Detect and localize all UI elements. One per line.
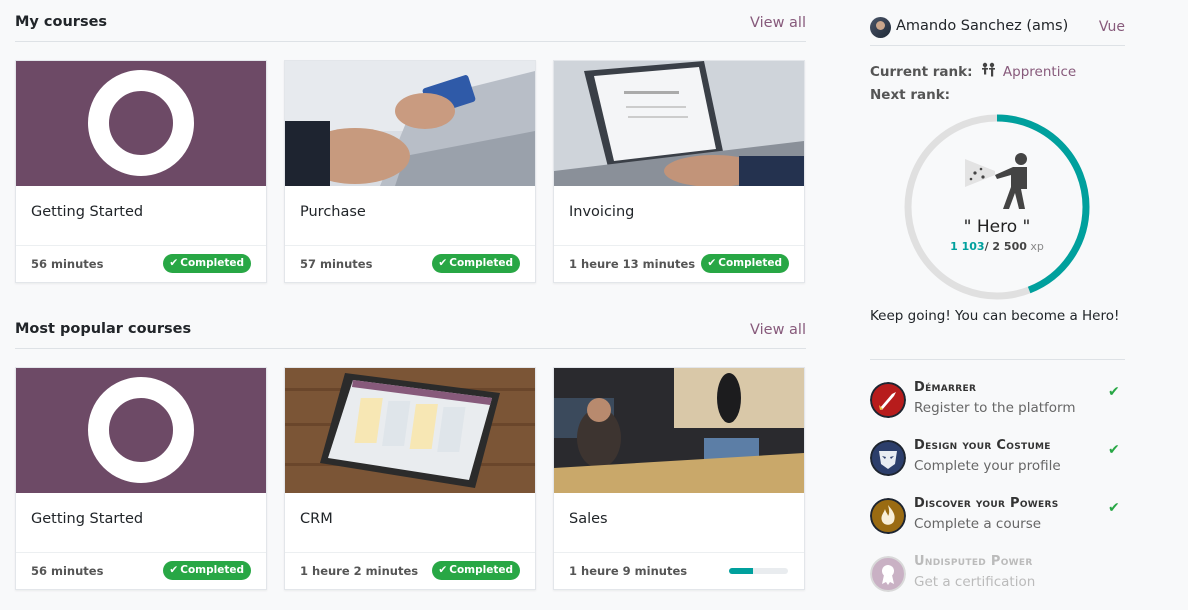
purchase-photo bbox=[285, 61, 535, 186]
completed-badge: ✔ Completed bbox=[163, 561, 251, 580]
user-name[interactable]: Amando Sanchez (ams) bbox=[896, 18, 1068, 34]
course-logo-icon bbox=[88, 377, 194, 483]
user-avatar[interactable] bbox=[870, 17, 891, 38]
course-progress-bar bbox=[729, 568, 788, 574]
completed-badge: ✔ Completed bbox=[701, 254, 789, 273]
xp-readout: 1 103/ 2 500 xp bbox=[903, 240, 1091, 253]
course-footer: 56 minutes ✔ Completed bbox=[16, 552, 266, 589]
popular-courses-view-all-link[interactable]: View all bbox=[750, 322, 806, 338]
course-title: CRM bbox=[300, 511, 333, 527]
view-profile-link[interactable]: Vue bbox=[1099, 19, 1125, 35]
completed-label: Completed bbox=[449, 564, 513, 576]
course-title: Purchase bbox=[300, 204, 366, 220]
check-icon: ✔ bbox=[169, 257, 179, 269]
next-rank-gauge: " Hero " 1 103/ 2 500 xp bbox=[903, 113, 1091, 301]
course-thumbnail bbox=[16, 368, 266, 493]
badge-title: Design your Costume bbox=[914, 438, 1051, 453]
completed-label: Completed bbox=[180, 564, 244, 576]
course-footer: 56 minutes ✔ Completed bbox=[16, 245, 266, 282]
completed-label: Completed bbox=[180, 257, 244, 269]
badge-discover-powers[interactable]: Discover your Powers Complete a course ✔ bbox=[870, 496, 1130, 540]
mask-badge-icon bbox=[870, 440, 906, 476]
xp-current: 1 103 bbox=[950, 240, 985, 253]
earned-check-icon: ✔ bbox=[1108, 442, 1120, 458]
badge-undisputed-power[interactable]: Undisputed Power Get a certification bbox=[870, 554, 1130, 598]
current-rank-label: Current rank: bbox=[870, 64, 973, 80]
course-duration: 1 heure 9 minutes bbox=[569, 564, 688, 578]
crm-photo bbox=[285, 368, 535, 493]
flame-badge-icon bbox=[870, 498, 906, 534]
course-card-getting-started[interactable]: Getting Started 56 minutes ✔ Completed bbox=[15, 60, 267, 283]
completed-label: Completed bbox=[449, 257, 513, 269]
check-icon: ✔ bbox=[438, 257, 448, 269]
next-rank-label: Next rank: bbox=[870, 87, 951, 103]
xp-progress-ring bbox=[904, 114, 1090, 300]
course-thumbnail bbox=[554, 368, 804, 493]
ribbon-badge-icon bbox=[870, 556, 906, 592]
badge-title: Discover your Powers bbox=[914, 496, 1059, 511]
my-courses-view-all-link[interactable]: View all bbox=[750, 15, 806, 31]
course-card-invoicing[interactable]: Invoicing 1 heure 13 minutes ✔ Completed bbox=[553, 60, 805, 283]
course-thumbnail bbox=[285, 61, 535, 186]
check-icon: ✔ bbox=[169, 564, 179, 576]
badge-description: Complete a course bbox=[914, 516, 1042, 532]
course-duration: 1 heure 2 minutes bbox=[300, 564, 419, 578]
course-title: Invoicing bbox=[569, 204, 635, 220]
user-header: Amando Sanchez (ams) Vue bbox=[870, 16, 1125, 46]
encouragement-text: Keep going! You can become a Hero! bbox=[870, 308, 1120, 324]
completed-label: Completed bbox=[718, 257, 782, 269]
course-duration: 1 heure 13 minutes bbox=[569, 257, 696, 271]
course-thumbnail bbox=[16, 61, 266, 186]
invoicing-photo bbox=[554, 61, 804, 186]
course-card-crm[interactable]: CRM 1 heure 2 minutes ✔ Completed bbox=[284, 367, 536, 590]
apprentice-rank-icon bbox=[982, 62, 996, 77]
course-title: Getting Started bbox=[31, 204, 144, 220]
course-duration: 57 minutes bbox=[300, 257, 373, 271]
course-title: Sales bbox=[569, 511, 608, 527]
divider bbox=[870, 359, 1125, 360]
current-rank-line: Current rank: Apprentice bbox=[870, 62, 1076, 80]
course-footer: 1 heure 13 minutes ✔ Completed bbox=[554, 245, 804, 282]
course-card-sales[interactable]: Sales 1 heure 9 minutes bbox=[553, 367, 805, 590]
earned-check-icon: ✔ bbox=[1108, 384, 1120, 400]
check-icon: ✔ bbox=[438, 564, 448, 576]
rocket-badge-icon bbox=[870, 382, 906, 418]
badge-demarrer[interactable]: Démarrer Register to the platform ✔ bbox=[870, 380, 1130, 424]
my-courses-header: My courses View all bbox=[15, 14, 806, 42]
completed-badge: ✔ Completed bbox=[163, 254, 251, 273]
course-footer: 1 heure 2 minutes ✔ Completed bbox=[285, 552, 535, 589]
course-logo-icon bbox=[88, 70, 194, 176]
badge-title: Undisputed Power bbox=[914, 554, 1033, 569]
badge-title: Démarrer bbox=[914, 380, 977, 395]
course-card-purchase[interactable]: Purchase 57 minutes ✔ Completed bbox=[284, 60, 536, 283]
next-rank-name: " Hero " bbox=[963, 217, 1031, 237]
badge-design-costume[interactable]: Design your Costume Complete your profil… bbox=[870, 438, 1130, 482]
popular-courses-header: Most popular courses View all bbox=[15, 321, 806, 349]
course-duration: 56 minutes bbox=[31, 564, 104, 578]
course-card-getting-started-popular[interactable]: Getting Started 56 minutes ✔ Completed bbox=[15, 367, 267, 590]
hero-rank-icon bbox=[965, 153, 1027, 209]
my-courses-title: My courses bbox=[15, 14, 108, 30]
earned-check-icon: ✔ bbox=[1108, 500, 1120, 516]
course-thumbnail bbox=[285, 368, 535, 493]
badge-description: Complete your profile bbox=[914, 458, 1061, 474]
current-rank-link[interactable]: Apprentice bbox=[1003, 64, 1076, 80]
course-duration: 56 minutes bbox=[31, 257, 104, 271]
completed-badge: ✔ Completed bbox=[432, 561, 520, 580]
xp-max: / 2 500 bbox=[984, 240, 1027, 253]
check-icon: ✔ bbox=[707, 257, 717, 269]
course-thumbnail bbox=[554, 61, 804, 186]
course-footer: 1 heure 9 minutes bbox=[554, 552, 804, 589]
course-footer: 57 minutes ✔ Completed bbox=[285, 245, 535, 282]
badge-description: Get a certification bbox=[914, 574, 1036, 590]
course-progress-fill bbox=[729, 568, 753, 574]
course-title: Getting Started bbox=[31, 511, 144, 527]
sales-photo bbox=[554, 368, 804, 493]
completed-badge: ✔ Completed bbox=[432, 254, 520, 273]
xp-unit: xp bbox=[1030, 240, 1044, 253]
popular-courses-title: Most popular courses bbox=[15, 321, 192, 337]
badge-description: Register to the platform bbox=[914, 400, 1076, 416]
